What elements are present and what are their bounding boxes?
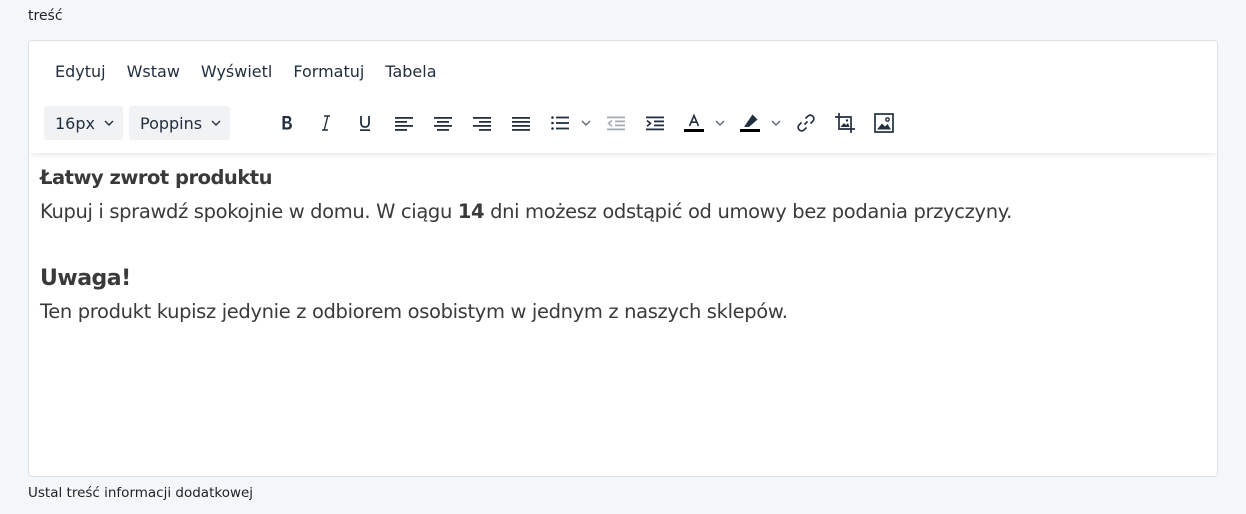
align-center-button[interactable] — [426, 106, 460, 140]
text-color-split — [677, 106, 729, 140]
menu-view[interactable]: Wyświetl — [194, 58, 279, 85]
underline-icon — [360, 116, 371, 131]
highlight-color-icon — [740, 114, 761, 132]
align-center-icon — [434, 117, 453, 131]
image-icon — [874, 113, 894, 133]
align-right-icon — [473, 117, 492, 131]
font-size-value: 16px — [55, 113, 95, 133]
bullet-list-icon — [551, 116, 570, 130]
italic-button[interactable] — [309, 106, 343, 140]
bullet-list-split — [543, 106, 595, 140]
chevron-down-icon — [715, 120, 725, 126]
font-family-select[interactable]: Poppins — [128, 106, 231, 140]
align-right-button[interactable] — [465, 106, 499, 140]
editor-content[interactable]: Łatwy zwrot produktu Kupuj i sprawdź spo… — [40, 161, 1207, 329]
content-paragraph-1: Kupuj i sprawdź spokojnie w domu. W ciąg… — [40, 195, 1207, 229]
toolbar: 16px Poppins — [44, 105, 906, 141]
outdent-icon — [607, 116, 626, 131]
link-button[interactable] — [789, 106, 823, 140]
align-left-button[interactable] — [387, 106, 421, 140]
highlight-color-dropdown[interactable] — [767, 106, 785, 140]
font-size-select[interactable]: 16px — [44, 106, 123, 140]
rich-text-editor: Edytuj Wstaw Wyświetl Formatuj Tabela 16… — [28, 40, 1218, 477]
crop-image-icon — [835, 113, 856, 133]
text-color-button[interactable] — [677, 106, 711, 140]
chevron-down-icon — [211, 120, 221, 126]
paragraph-text: dni możesz odstąpić od umowy bez podania… — [484, 199, 1012, 223]
highlight-color-button[interactable] — [733, 106, 767, 140]
text-color-icon — [684, 113, 705, 132]
bullet-list-dropdown[interactable] — [577, 106, 595, 140]
menubar: Edytuj Wstaw Wyświetl Formatuj Tabela — [43, 55, 451, 87]
menu-table[interactable]: Tabela — [378, 58, 443, 85]
insert-image-button[interactable] — [867, 106, 901, 140]
bullet-list-button[interactable] — [543, 106, 577, 140]
chevron-down-icon — [104, 120, 114, 126]
outdent-button[interactable] — [599, 106, 633, 140]
paragraph-bold-number: 14 — [457, 199, 485, 223]
menu-format[interactable]: Formatuj — [286, 58, 371, 85]
italic-icon — [322, 115, 331, 131]
menu-edit[interactable]: Edytuj — [43, 58, 113, 85]
content-heading-1: Łatwy zwrot produktu — [40, 166, 273, 189]
bold-icon — [282, 116, 292, 130]
content-heading-2: Uwaga! — [40, 265, 131, 291]
indent-icon — [646, 116, 665, 131]
text-color-dropdown[interactable] — [711, 106, 729, 140]
indent-button[interactable] — [638, 106, 672, 140]
underline-button[interactable] — [348, 106, 382, 140]
bold-button[interactable] — [270, 106, 304, 140]
chevron-down-icon — [581, 120, 591, 126]
align-justify-button[interactable] — [504, 106, 538, 140]
align-left-icon — [395, 117, 414, 131]
field-label: treść — [28, 8, 63, 24]
highlight-color-split — [733, 106, 785, 140]
link-icon — [797, 114, 815, 132]
content-paragraph-2: Ten produkt kupisz jedynie z odbiorem os… — [40, 300, 788, 323]
paragraph-text: Kupuj i sprawdź spokojnie w domu. W ciąg… — [40, 199, 458, 223]
field-helper-text: Ustal treść informacji dodatkowej — [28, 485, 254, 501]
crop-image-button[interactable] — [828, 106, 862, 140]
menu-insert[interactable]: Wstaw — [120, 58, 187, 85]
chevron-down-icon — [771, 120, 781, 126]
empty-line — [40, 228, 1207, 262]
align-justify-icon — [512, 117, 531, 131]
font-family-value: Poppins — [139, 113, 203, 133]
editor-header: Edytuj Wstaw Wyświetl Formatuj Tabela 16… — [29, 41, 1217, 153]
